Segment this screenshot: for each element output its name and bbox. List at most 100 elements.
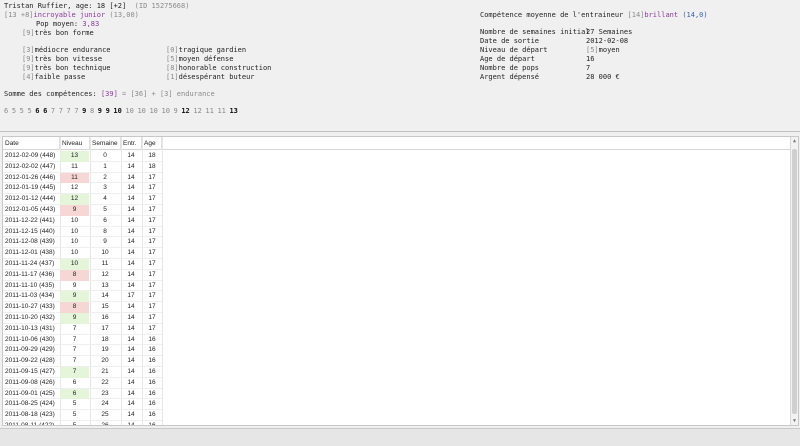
table-row[interactable]: 2011-08-11 (422) 5 26 14 16 xyxy=(3,421,162,426)
cell-entr: 14 xyxy=(127,357,135,365)
history-table[interactable]: Date Niveau Semaine Entr. Age 2012-02-09… xyxy=(2,136,799,426)
cell-entr: 14 xyxy=(127,162,135,170)
table-row[interactable]: 2011-09-22 (428) 7 20 14 16 xyxy=(3,356,162,367)
cell-age: 17 xyxy=(148,314,156,321)
cell-date: 2012-02-02 (447) xyxy=(5,162,56,170)
skill-right-2: [8]honorable construction xyxy=(166,64,272,72)
skill-history-value: 10 xyxy=(113,107,122,115)
table-row[interactable]: 2011-11-03 (434) 9 14 17 17 xyxy=(3,291,162,303)
table-row[interactable]: 2011-12-15 (440) 10 8 14 17 xyxy=(3,227,162,238)
skill-history-value: 10 xyxy=(149,107,158,115)
cell-entr: 14 xyxy=(127,249,135,257)
skill-right-3: [1]désespérant buteur xyxy=(166,73,255,81)
cell-age: 17 xyxy=(148,195,156,203)
scroll-up-icon[interactable]: ▲ xyxy=(791,137,798,145)
table-row[interactable]: 2011-10-27 (433) 8 15 14 17 xyxy=(3,302,162,313)
cell-entr: 14 xyxy=(127,346,135,354)
player-name-line: Tristan Ruffier, age: 18 [+2] (ID 152756… xyxy=(4,2,189,11)
table-row[interactable]: 2011-08-18 (423) 5 25 14 16 xyxy=(3,410,162,421)
cell-semaine: 25 xyxy=(101,411,109,419)
table-row[interactable]: 2011-11-24 (437) 10 11 14 17 xyxy=(3,259,162,270)
cell-niveau: 5 xyxy=(72,422,77,426)
table-row[interactable]: 2012-01-05 (443) 9 5 14 17 xyxy=(3,205,162,216)
table-row[interactable]: 2011-09-15 (427) 7 21 14 16 xyxy=(3,367,162,378)
cell-semaine: 22 xyxy=(101,378,109,386)
col-header-entr[interactable]: Entr. xyxy=(121,137,142,150)
cell-niveau: 6 xyxy=(72,378,77,386)
cell-date: 2011-08-11 (422) xyxy=(5,422,55,426)
table-row[interactable]: 2011-10-13 (431) 7 17 14 17 xyxy=(3,324,162,335)
table-row[interactable]: 2011-08-25 (424) 5 24 14 16 xyxy=(3,399,162,411)
cell-niveau: 5 xyxy=(72,400,77,408)
col-header-niveau[interactable]: Niveau xyxy=(60,137,90,150)
cell-age: 16 xyxy=(148,411,156,419)
cell-age: 17 xyxy=(148,249,156,257)
table-row[interactable]: 2012-01-12 (444) 12 4 14 17 xyxy=(3,194,162,205)
cell-entr: 14 xyxy=(127,216,135,224)
coach-text: brillant xyxy=(644,11,679,19)
skill-history-value: 7 xyxy=(50,107,56,115)
vertical-scrollbar[interactable]: ▲ ▼ xyxy=(790,137,798,425)
cell-date: 2011-11-10 (435) xyxy=(5,281,55,289)
scroll-down-icon[interactable]: ▼ xyxy=(791,417,798,425)
table-row[interactable]: 2011-10-20 (432) 9 16 14 17 xyxy=(3,313,162,324)
cell-age: 17 xyxy=(148,238,156,246)
info-start-age-value: 16 xyxy=(586,55,595,63)
cell-date: 2011-10-06 (430) xyxy=(5,335,55,343)
table-row[interactable]: 2012-01-26 (446) 11 2 14 17 xyxy=(3,172,162,184)
cell-age: 18 xyxy=(148,162,156,170)
form-bracket: [13 +8] xyxy=(4,11,34,19)
table-row[interactable]: 2011-09-08 (426) 6 22 14 16 xyxy=(3,378,162,389)
skill-history-value: 6 xyxy=(35,107,40,115)
cell-age: 16 xyxy=(148,346,156,354)
table-row[interactable]: 2011-12-01 (438) 10 10 14 17 xyxy=(3,248,162,259)
table-row[interactable]: 2012-01-19 (445) 12 3 14 17 xyxy=(3,183,162,195)
table-row[interactable]: 2011-11-17 (436) 8 12 14 17 xyxy=(3,269,162,281)
cell-semaine: 20 xyxy=(101,357,109,365)
cell-age: 17 xyxy=(148,206,156,213)
info-start-level-value: [5]moyen xyxy=(586,46,620,54)
table-row[interactable]: 2012-02-09 (448) 13 0 14 18 xyxy=(3,151,162,162)
cell-age: 16 xyxy=(148,357,156,365)
skill-history-value: 6 xyxy=(4,107,9,115)
cell-semaine: 11 xyxy=(101,260,109,267)
table-row[interactable]: 2011-12-08 (439) 10 9 14 17 xyxy=(3,237,162,249)
table-row[interactable]: 2012-02-02 (447) 11 1 14 18 xyxy=(3,162,162,173)
cell-date: 2011-12-15 (440) xyxy=(5,227,55,235)
table-row[interactable]: 2011-11-10 (435) 9 13 14 17 xyxy=(3,281,162,292)
skill-history-value: 11 xyxy=(217,107,226,115)
cell-entr: 14 xyxy=(127,389,135,397)
col-header-date[interactable]: Date xyxy=(3,137,60,150)
cell-date: 2011-12-01 (438) xyxy=(5,249,55,257)
table-row[interactable]: 2011-12-22 (441) 10 6 14 17 xyxy=(3,216,162,227)
cell-date: 2011-12-22 (441) xyxy=(5,216,55,224)
scroll-thumb[interactable] xyxy=(792,149,797,414)
table-row[interactable]: 2011-10-06 (430) 7 18 14 16 xyxy=(3,335,162,346)
info-start-age: Age de départ xyxy=(480,55,535,63)
skill-history-value: 5 xyxy=(11,107,17,115)
cell-semaine: 6 xyxy=(103,216,107,224)
cell-niveau: 11 xyxy=(71,162,78,170)
info-money-value: 28 000 € xyxy=(586,73,620,81)
cell-age: 16 xyxy=(148,378,156,386)
cell-semaine: 5 xyxy=(103,206,107,213)
cell-age: 17 xyxy=(148,324,156,332)
table-row[interactable]: 2011-09-29 (429) 7 19 14 16 xyxy=(3,345,162,357)
skill-history-value: 7 xyxy=(74,107,79,115)
cell-niveau: 5 xyxy=(72,411,77,419)
cell-entr: 14 xyxy=(127,281,135,289)
table-row[interactable]: 2011-09-01 (425) 6 23 14 16 xyxy=(3,388,162,400)
cell-semaine: 18 xyxy=(101,335,109,343)
cell-semaine: 0 xyxy=(103,152,107,159)
col-header-age[interactable]: Age xyxy=(142,137,162,150)
cell-age: 18 xyxy=(148,152,156,159)
cell-niveau: 9 xyxy=(60,205,89,216)
cell-niveau: 9 xyxy=(60,291,89,303)
skills-sum-line: Somme des compétences: [39] = [36] + [3]… xyxy=(4,90,215,99)
cell-niveau: 6 xyxy=(60,388,89,400)
cell-semaine: 24 xyxy=(101,400,109,408)
cell-semaine: 12 xyxy=(101,270,109,278)
cell-semaine: 26 xyxy=(101,422,109,426)
col-header-semaine[interactable]: Semaine xyxy=(90,137,121,150)
cell-niveau: 10 xyxy=(60,259,89,270)
